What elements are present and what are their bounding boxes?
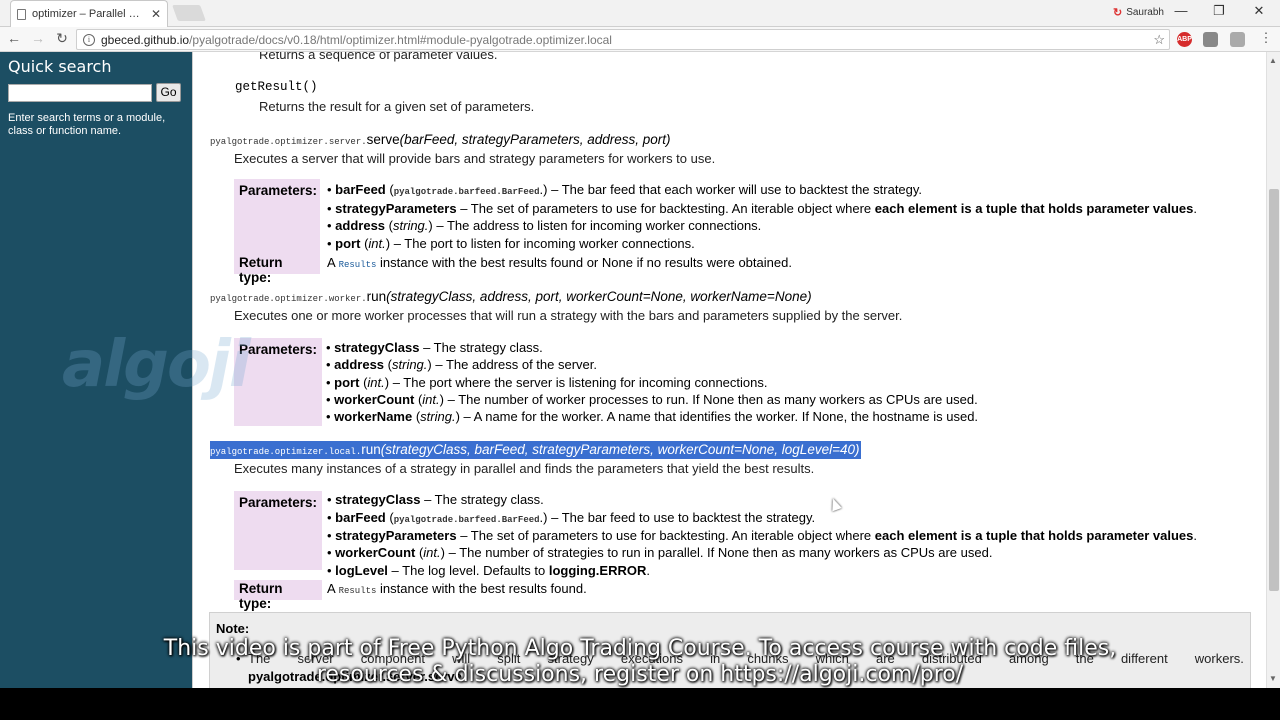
local-return-type: A Results instance with the best results… xyxy=(327,581,587,596)
local-param-loglevel: • logLevel – The log level. Defaults to … xyxy=(327,563,650,578)
serve-description: Executes a server that will provide bars… xyxy=(234,151,716,166)
local-run-description: Executes many instances of a strategy in… xyxy=(234,461,815,476)
serve-signature: pyalgotrade.optimizer.server.serve(barFe… xyxy=(210,132,671,147)
worker-run-description: Executes one or more worker processes th… xyxy=(234,308,903,323)
getresult-signature: getResult() xyxy=(235,80,318,94)
local-param-strategyparameters: • strategyParameters – The set of parame… xyxy=(327,528,1198,543)
menu-icon[interactable]: ⋮ xyxy=(1256,30,1276,46)
cut-off-line: Returns a sequence of parameter values. xyxy=(259,52,498,62)
caption-line-1: This video is part of Free Python Algo T… xyxy=(163,636,1117,661)
video-bottom-bar xyxy=(0,688,1280,720)
abp-icon[interactable]: ABP xyxy=(1177,32,1192,47)
worker-run-signature: pyalgotrade.optimizer.worker.run(strateg… xyxy=(210,289,812,304)
local-return-type-label: Return type: xyxy=(234,580,322,611)
address-bar[interactable]: i gbeced.github.io/pyalgotrade/docs/v0.1… xyxy=(76,29,1170,50)
close-window-icon[interactable]: ✕ xyxy=(1247,3,1271,19)
document-icon xyxy=(17,8,26,20)
serve-return-type-label: Return type: xyxy=(234,254,320,285)
worker-param-address: • address (string.) – The address of the… xyxy=(326,357,597,372)
local-param-strategyclass: • strategyClass – The strategy class. xyxy=(327,492,544,507)
search-hint: Enter search terms or a module, class or… xyxy=(8,112,166,137)
tab-close-icon[interactable]: ✕ xyxy=(151,7,161,21)
tab-title: optimizer – Parallel optimiz xyxy=(32,8,145,20)
new-tab-button[interactable] xyxy=(172,5,206,21)
local-parameters-label: Parameters: xyxy=(234,491,322,570)
restore-icon[interactable]: ❐ xyxy=(1207,3,1231,19)
profile-name: Saurabh xyxy=(1126,7,1164,18)
info-icon[interactable]: i xyxy=(83,33,95,46)
worker-param-workername: • workerName (string.) – A name for the … xyxy=(326,409,979,424)
serve-return-type: A Results instance with the best results… xyxy=(327,255,792,270)
image-extension-icon[interactable] xyxy=(1230,32,1245,47)
forward-icon[interactable]: → xyxy=(28,30,48,46)
getresult-description: Returns the result for a given set of pa… xyxy=(259,99,535,114)
scroll-up-icon[interactable]: ▲ xyxy=(1269,56,1277,65)
serve-param-address: • address (string.) – The address to lis… xyxy=(327,218,762,233)
note-title: Note: xyxy=(216,621,250,636)
profile-badge[interactable]: ↻ Saurabh xyxy=(1113,6,1164,19)
serve-param-barfeed: • barFeed (pyalgotrade.barfeed.BarFeed.)… xyxy=(327,182,923,197)
back-icon[interactable]: ← xyxy=(4,30,24,46)
search-input[interactable] xyxy=(8,84,152,102)
browser-tab[interactable]: optimizer – Parallel optimiz ✕ xyxy=(10,0,168,27)
video-caption: This video is part of Free Python Algo T… xyxy=(0,636,1280,688)
local-param-barfeed: • barFeed (pyalgotrade.barfeed.BarFeed.)… xyxy=(327,510,816,525)
reload-icon[interactable]: ↻ xyxy=(52,30,72,47)
quick-search-title: Quick search xyxy=(8,57,112,76)
worker-param-strategyclass: • strategyClass – The strategy class. xyxy=(326,340,543,355)
worker-param-port: • port (int.) – The port where the serve… xyxy=(326,375,768,390)
minimize-icon[interactable]: — xyxy=(1169,3,1193,18)
go-button[interactable]: Go xyxy=(156,83,181,102)
caption-line-2: resources & discussions, register on htt… xyxy=(316,662,964,687)
algoji-watermark: algoji xyxy=(62,328,251,402)
serve-param-port: • port (int.) – The port to listen for i… xyxy=(327,236,695,251)
tab-strip: optimizer – Parallel optimiz ✕ ↻ Saurabh… xyxy=(0,0,1280,27)
profile-icon: ↻ xyxy=(1112,7,1123,19)
serve-parameters-label: Parameters: xyxy=(234,179,320,258)
scroll-thumb[interactable] xyxy=(1269,189,1279,591)
star-icon[interactable]: ☆ xyxy=(1153,32,1165,48)
doc-content: Returns a sequence of parameter values. … xyxy=(192,52,1266,688)
local-param-workercount: • workerCount (int.) – The number of str… xyxy=(327,545,993,560)
url-host: gbeced.github.io xyxy=(101,32,190,47)
page-scrollbar[interactable]: ▲ ▼ xyxy=(1266,52,1280,688)
serve-param-strategyparameters: • strategyParameters – The set of parame… xyxy=(327,201,1198,216)
local-run-signature[interactable]: pyalgotrade.optimizer.local.run(strategy… xyxy=(210,441,862,459)
extension-icon[interactable] xyxy=(1203,32,1218,47)
worker-param-workercount: • workerCount (int.) – The number of wor… xyxy=(326,392,978,407)
url-path: /pyalgotrade/docs/v0.18/html/optimizer.h… xyxy=(189,32,612,47)
browser-toolbar: ← → ↻ i gbeced.github.io/pyalgotrade/doc… xyxy=(0,27,1280,52)
